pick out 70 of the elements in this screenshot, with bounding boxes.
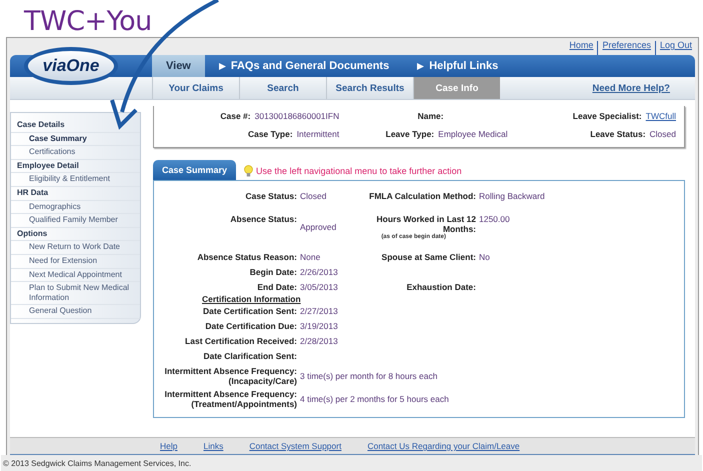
field-value: Employee Medical bbox=[438, 129, 508, 140]
panel-tab[interactable]: Case Summary bbox=[153, 160, 236, 180]
field-label: Name: bbox=[418, 111, 444, 122]
menu-item[interactable]: Helpful Links bbox=[403, 55, 512, 77]
field-label: Last Certification Received: bbox=[185, 336, 297, 346]
sidebar-item[interactable]: Qualified Family Member bbox=[11, 214, 140, 228]
nav-tab[interactable]: Search bbox=[239, 77, 326, 99]
footer-link[interactable]: Help bbox=[160, 441, 178, 451]
menu-item[interactable]: FAQs and General Documents bbox=[204, 55, 404, 77]
nav-tab[interactable]: Your Claims bbox=[152, 77, 239, 99]
field-label: Case #: bbox=[220, 111, 251, 122]
help-link[interactable]: Need More Help? bbox=[592, 82, 670, 94]
field-label: Leave Status: bbox=[590, 129, 646, 140]
sidebar-item[interactable]: Certifications bbox=[11, 146, 140, 160]
field-label: Intermittent Absence Frequency: (Incapacity/Care) bbox=[164, 366, 297, 387]
sidebar-header: HR Data bbox=[11, 186, 140, 201]
section-heading: Certification Information bbox=[201, 294, 302, 304]
field-value: No bbox=[479, 252, 490, 262]
field-value: 3/05/2013 bbox=[300, 282, 338, 292]
sidebar-header: Case Details bbox=[11, 119, 140, 133]
sidebar-item[interactable]: Demographics bbox=[11, 200, 140, 214]
field-value: 1250.00 bbox=[479, 214, 510, 224]
field-label: Date Certification Due: bbox=[205, 320, 297, 331]
footer-link[interactable]: Links bbox=[203, 441, 224, 451]
field-value: 3 time(s) per month for 8 hours each bbox=[300, 371, 438, 382]
sidebar-item[interactable]: New Return to Work Date bbox=[11, 241, 140, 255]
field-label: Absence Status: bbox=[230, 214, 297, 224]
specialist-link[interactable]: TWCfull bbox=[646, 111, 676, 122]
field-label: Exhaustion Date: bbox=[406, 282, 476, 292]
field-value: Intermittent bbox=[296, 129, 340, 140]
field-value: 3/19/2013 bbox=[300, 320, 338, 331]
brand-title: TWC+You bbox=[22, 5, 153, 37]
field-value: Closed bbox=[300, 191, 326, 202]
field-value: Approved bbox=[300, 222, 336, 232]
field-label: Hours Worked in Last 12 Months: bbox=[375, 214, 476, 234]
field-label: Begin Date: bbox=[250, 267, 297, 278]
footer-link[interactable]: Contact System Support bbox=[249, 441, 342, 451]
field-value: None bbox=[300, 252, 320, 262]
footer-link[interactable]: Contact Us Regarding your Claim/Leave bbox=[367, 441, 520, 451]
field-label: FMLA Calculation Method: bbox=[369, 191, 476, 202]
field-label: End Date: bbox=[257, 282, 297, 292]
sidebar-item[interactable]: Case Summary bbox=[11, 132, 140, 146]
field-value: 301300186860001IFN bbox=[254, 111, 340, 122]
field-value: 2/28/2013 bbox=[300, 336, 338, 346]
field-label: Case Status: bbox=[246, 191, 297, 202]
field-value: 2/27/2013 bbox=[300, 306, 338, 316]
sidebar-item[interactable]: Next Medical Appointment bbox=[11, 268, 140, 282]
sidebar-header: Employee Detail bbox=[11, 160, 140, 174]
field-label: Leave Specialist: bbox=[572, 111, 642, 122]
sidebar-item[interactable]: Plan to Submit New Medical Information bbox=[11, 282, 140, 306]
field-label: Case Type: bbox=[248, 129, 293, 140]
header-link[interactable]: Log Out bbox=[660, 41, 696, 55]
hint-text: Use the left navigational menu to take further action bbox=[256, 166, 462, 176]
sidebar-header: Options bbox=[11, 228, 140, 242]
copyright-text: © 2013 Sedgwick Claims Management Services, Inc. bbox=[3, 459, 192, 468]
field-value: 4 time(s) per 2 months for 5 hours each bbox=[300, 394, 449, 404]
field-label: Intermittent Absence Frequency: (Treatment/Appointments) bbox=[164, 388, 297, 409]
field-value: Closed bbox=[650, 129, 676, 140]
field-label: Date Certification Sent: bbox=[203, 306, 297, 316]
sidebar-item[interactable]: Need for Extension bbox=[11, 254, 140, 269]
field-label: Spouse at Same Client: bbox=[382, 252, 476, 262]
field-label: Absence Status Reason: bbox=[197, 252, 297, 262]
field-label: Leave Type: bbox=[386, 129, 434, 140]
menu-item[interactable]: View bbox=[152, 55, 205, 77]
sidebar-item[interactable]: Eligibility & Entitlement bbox=[11, 173, 140, 187]
sidebar-item[interactable]: General Question bbox=[11, 305, 140, 319]
field-value: 2/26/2013 bbox=[300, 267, 338, 278]
field-label: Date Clarification Sent: bbox=[203, 351, 297, 362]
field-value: Rolling Backward bbox=[479, 191, 545, 202]
lightbulb-icon bbox=[244, 165, 254, 178]
